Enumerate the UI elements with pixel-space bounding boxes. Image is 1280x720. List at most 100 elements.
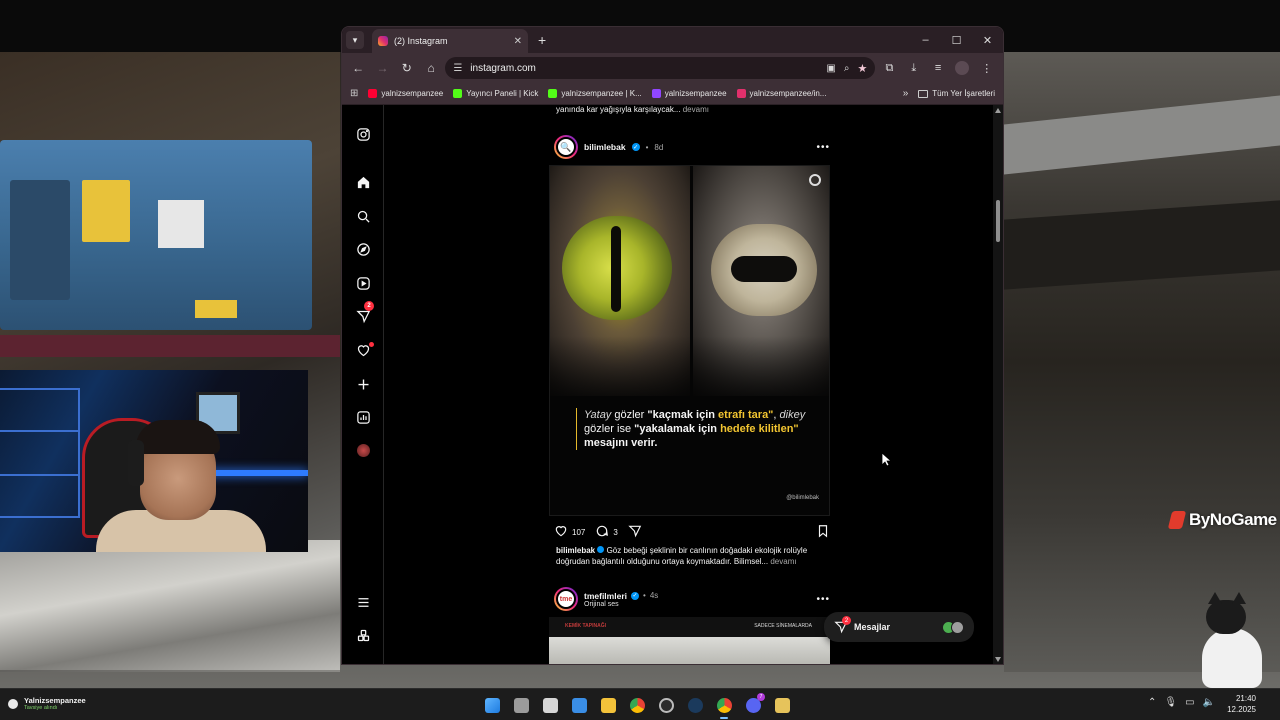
- folder-icon: [600, 697, 616, 713]
- obs-app[interactable]: [654, 693, 678, 717]
- dashboard-icon[interactable]: [354, 408, 372, 426]
- zoom-icon[interactable]: ⌕: [844, 63, 850, 74]
- chrome-app[interactable]: [625, 693, 649, 717]
- bookmark-item[interactable]: yalnizsempanzee: [651, 89, 727, 98]
- post-time[interactable]: 8d: [654, 143, 663, 152]
- profile-button[interactable]: [952, 57, 972, 79]
- tray-overflow-icon[interactable]: ⌃: [1148, 697, 1156, 708]
- calendar-app[interactable]: [538, 693, 562, 717]
- like-icon[interactable]: [554, 524, 568, 540]
- taskbar: Yalnizsempanzee Tavsiye alındı 7 ⌃ 🎙 ▭ 🔈…: [0, 688, 1280, 720]
- instagram-logo-icon[interactable]: [354, 125, 372, 143]
- download-icon[interactable]: ⤓: [904, 57, 924, 79]
- cat-ear: [1232, 592, 1246, 604]
- shelf-line: [0, 474, 80, 476]
- reload-button[interactable]: ↻: [397, 57, 417, 79]
- reels-icon[interactable]: [354, 274, 372, 292]
- apps-grid-icon[interactable]: ⊞: [350, 88, 358, 99]
- url-text[interactable]: instagram.com: [470, 63, 818, 74]
- bookmark-label: yalnizsempanzee: [664, 89, 727, 98]
- bookmark-item[interactable]: Yayıncı Paneli | Kick: [453, 89, 538, 98]
- next-post-options-icon[interactable]: •••: [816, 594, 830, 605]
- home-button[interactable]: ⌂: [421, 57, 441, 79]
- next-post-time[interactable]: 4s: [650, 591, 658, 600]
- save-icon[interactable]: [816, 524, 830, 540]
- home-icon[interactable]: [354, 173, 372, 191]
- post-image[interactable]: Yatay gözler "kaçmak için etrafı tara", …: [549, 165, 830, 516]
- share-icon[interactable]: [628, 524, 642, 540]
- tab-instagram[interactable]: (2) Instagram ✕: [372, 29, 528, 53]
- bookmark-item[interactable]: yalnizsempanzee: [368, 89, 443, 98]
- post-username[interactable]: bilimlebak: [584, 142, 626, 152]
- install-app-icon[interactable]: ▣: [826, 63, 835, 74]
- messages-pill[interactable]: 2 Mesajlar: [824, 612, 974, 642]
- like-count[interactable]: 107: [572, 528, 585, 537]
- steam-app[interactable]: [683, 693, 707, 717]
- bookmark-star-icon[interactable]: ★: [857, 62, 867, 75]
- window-controls: – ☐ ✕: [910, 27, 1003, 53]
- network-icon[interactable]: ▭: [1185, 697, 1194, 708]
- back-button[interactable]: ←: [348, 57, 368, 79]
- media-control-icon[interactable]: ≡: [928, 57, 948, 79]
- also-from-meta-icon[interactable]: [354, 626, 372, 644]
- bookmarks-overflow-button[interactable]: »: [903, 88, 909, 99]
- file-explorer-app[interactable]: [596, 693, 620, 717]
- bookmark-label: yalnizsempanzee | K...: [561, 89, 642, 98]
- forward-button[interactable]: →: [372, 57, 392, 79]
- maximize-button[interactable]: ☐: [941, 27, 972, 53]
- comment-icon[interactable]: [595, 524, 609, 540]
- chrome-profile-app[interactable]: [712, 693, 736, 719]
- more-menu-icon[interactable]: [354, 593, 372, 611]
- quote-part: "kaçmak için: [647, 409, 719, 421]
- page-scrollbar[interactable]: [993, 105, 1003, 664]
- new-tab-button[interactable]: +: [538, 32, 546, 48]
- photos-app[interactable]: [567, 693, 591, 717]
- explore-icon[interactable]: [354, 240, 372, 258]
- caption-more-link[interactable]: devamı: [770, 557, 796, 566]
- close-tab-icon[interactable]: ✕: [514, 36, 522, 47]
- image-fade: [550, 336, 829, 406]
- system-clock[interactable]: 21:40 12.2025: [1227, 693, 1256, 715]
- task-view-button[interactable]: [509, 693, 533, 717]
- all-bookmarks-button[interactable]: Tüm Yer İşaretleri: [918, 89, 995, 98]
- omnibox[interactable]: ☰ instagram.com ▣ ⌕ ★: [445, 57, 876, 79]
- next-post-image[interactable]: KEMİK TAPINAĞI SADECE SİNEMALARDA: [549, 617, 830, 664]
- minimize-button[interactable]: –: [910, 27, 941, 53]
- microphone-icon[interactable]: 🎙: [1164, 697, 1177, 708]
- bookmark-item[interactable]: yalnizsempanzee | K...: [548, 89, 642, 98]
- extensions-icon[interactable]: ⧉: [879, 57, 899, 79]
- search-icon[interactable]: [354, 207, 372, 225]
- scroll-down-arrow-icon[interactable]: [995, 657, 1001, 662]
- profile-avatar[interactable]: [357, 444, 370, 457]
- close-window-button[interactable]: ✕: [972, 27, 1003, 53]
- chrome-icon: [629, 697, 645, 713]
- taskbar-notification[interactable]: Yalnizsempanzee Tavsiye alındı: [8, 696, 86, 711]
- red-strip: [0, 335, 340, 357]
- next-post-header: tme tmefilmleri ✓ • 4s Orijinal ses •••: [554, 587, 830, 611]
- scroll-up-arrow-icon[interactable]: [995, 108, 1001, 113]
- system-tray: ⌃ 🎙 ▭ 🔈: [1148, 697, 1215, 708]
- post-options-icon[interactable]: •••: [816, 142, 830, 153]
- comment-count[interactable]: 3: [613, 528, 617, 537]
- volume-icon[interactable]: 🔈: [1203, 697, 1215, 708]
- all-bookmarks-label: Tüm Yer İşaretleri: [932, 89, 995, 98]
- tab-search-button[interactable]: ▾: [346, 31, 364, 49]
- start-button[interactable]: [480, 693, 504, 717]
- next-post-audio[interactable]: Orijinal ses: [584, 601, 658, 608]
- create-icon[interactable]: [354, 375, 372, 393]
- caption-username[interactable]: bilimlebak: [556, 546, 595, 555]
- post-avatar[interactable]: 🔍: [554, 135, 578, 159]
- discord-app[interactable]: 7: [741, 693, 765, 717]
- previous-caption-more-link[interactable]: devamı: [683, 105, 709, 114]
- next-post-avatar[interactable]: tme: [554, 587, 578, 611]
- scroll-thumb[interactable]: [996, 200, 1000, 242]
- menu-kebab-icon[interactable]: ⋮: [977, 57, 997, 79]
- bookmark-label: Yayıncı Paneli | Kick: [466, 89, 539, 98]
- site-info-icon[interactable]: ☰: [453, 63, 462, 74]
- bookmark-item[interactable]: yalnizsempanzee/in...: [736, 89, 826, 98]
- next-post-username[interactable]: tmefilmleri: [584, 591, 627, 601]
- notification-subtitle: Tavsiye alındı: [24, 705, 58, 711]
- media-player-app[interactable]: [770, 693, 794, 717]
- address-bar: ← → ↻ ⌂ ☰ instagram.com ▣ ⌕ ★ ⧉ ⤓ ≡ ⋮: [342, 53, 1003, 83]
- banner-subtitle: SADECE SİNEMALARDA: [754, 623, 812, 629]
